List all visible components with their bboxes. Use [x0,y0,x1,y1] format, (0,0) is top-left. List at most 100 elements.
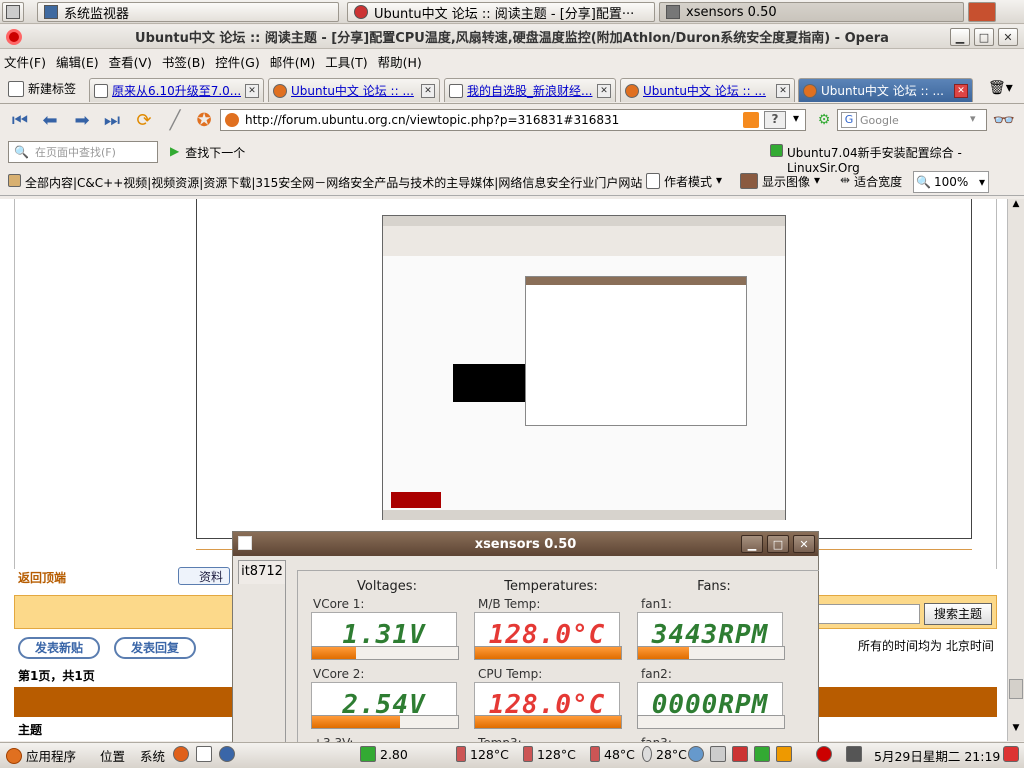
fit-width-button[interactable]: ⇹ 适合宽度 [840,173,902,190]
reload-icon[interactable]: ⟳ [132,108,156,132]
new-tab-button[interactable]: 新建标签 [8,80,76,97]
monitor-icon[interactable] [710,746,726,762]
fans-header: Fans: [697,579,731,594]
address-dropdown[interactable]: ▾ [789,111,803,129]
system-menu[interactable]: 系统 [140,746,165,765]
find-next-button[interactable]: ▶ 查找下一个 [170,144,245,161]
maximize-button[interactable]: □ [974,28,994,46]
fast-forward-icon[interactable]: ⏭ [100,108,124,132]
google-icon [94,83,108,98]
menu-widgets[interactable]: 控件(G) [215,52,259,71]
tab-5-active[interactable]: Ubuntu中文 论坛 :: ... ✕ [798,78,973,102]
author-mode-button[interactable]: 作者模式 ▾ [646,173,722,190]
sensor-temp-3[interactable]: 48°C [590,746,635,762]
ubuntu-icon [273,83,287,98]
search-topic-button[interactable]: 搜索主题 [924,603,992,625]
menu-view[interactable]: 查看(V) [109,52,152,71]
xsensors-minimize-button[interactable]: ▁ [741,535,763,553]
cpu-temp-label: CPU Temp: [478,667,543,681]
show-images-button[interactable]: 显示图像 ▾ [740,173,820,190]
taskbar-xsensors[interactable]: xsensors 0.50 [659,2,964,22]
play-icon: ▶ [170,144,180,158]
monitor-icon [44,5,58,19]
shutdown-icon[interactable] [1003,746,1019,762]
network-icon[interactable] [688,746,704,762]
show-desktop-button[interactable] [2,2,24,22]
back-icon[interactable]: ⬅ [38,108,62,132]
xsensors-close-button[interactable]: ✕ [793,535,815,553]
sensor-temp-4[interactable]: 28°C [642,746,687,762]
close-tab-icon[interactable]: ✕ [954,83,968,98]
cpu-freq-applet[interactable]: 2.80 [360,746,408,762]
opera-tray-icon[interactable] [816,746,832,762]
folder-icon [8,174,21,187]
wand-icon[interactable]: ╱ [163,108,187,132]
computer-icon[interactable] [846,746,862,762]
scroll-down-icon[interactable]: ▼ [1008,723,1024,739]
document-icon [646,173,660,189]
rewind-icon[interactable]: ⏮ [8,108,32,132]
post-screenshot-image[interactable] [382,215,786,520]
tab-4[interactable]: Ubuntu中文 论坛 :: ... ✕ [620,78,795,102]
zoom-icon: 🔍 [916,175,931,189]
tab-1[interactable]: 原来从6.10升级至7.0... ✕ [89,78,264,102]
mail-icon[interactable] [196,746,212,762]
bookmark-links[interactable]: 全部内容|C&C++视频|视频资源|资源下载|315安全网－网络安全产品与技术的… [8,174,642,191]
search-topic-input[interactable] [818,604,920,624]
taskbar-system-monitor[interactable]: 系统监视器 [37,2,339,22]
vertical-scrollbar[interactable]: ▲ ▼ [1007,199,1024,741]
trash-icon[interactable]: 🗑▾ [988,80,1016,98]
menu-mail[interactable]: 邮件(M) [270,52,316,71]
top-taskbar: 系统监视器 Ubuntu中文 论坛 :: 阅读主题 - [分享]配置··· xs… [0,0,1024,24]
back-to-top-link[interactable]: 返回顶端 [18,569,66,586]
tab-chip-it8712[interactable]: it8712 [238,560,286,584]
menu-bookmarks[interactable]: 书签(B) [162,52,205,71]
close-button[interactable]: ✕ [998,28,1018,46]
new-post-button[interactable]: 发表新贴 [18,637,100,659]
applications-menu[interactable]: 应用程序 [6,746,76,765]
firefox-icon[interactable] [173,746,189,762]
bookmarks-bar: 全部内容|C&C++视频|视频资源|资源下载|315安全网－网络安全产品与技术的… [0,168,1024,196]
user-icon[interactable] [968,2,996,22]
minimize-button[interactable]: ▁ [950,28,970,46]
binoculars-icon[interactable]: 👓 [992,108,1016,132]
close-tab-icon[interactable]: ✕ [245,83,259,98]
profile-button[interactable]: 资料 [178,567,230,585]
menu-file[interactable]: 文件(F) [4,52,46,71]
search-field[interactable]: G Google ▾ [837,109,987,131]
thermometer-icon [456,746,466,762]
rss-icon[interactable] [743,112,759,128]
sensors-icon[interactable] [732,746,748,762]
address-field[interactable]: http://forum.ubuntu.org.cn/viewtopic.php… [220,109,806,131]
search-dropdown[interactable]: ▾ [970,112,976,125]
menu-edit[interactable]: 编辑(E) [56,52,99,71]
scroll-up-icon[interactable]: ▲ [1008,199,1024,215]
reply-button[interactable]: 发表回复 [114,637,196,659]
clock[interactable]: 5月29日星期二 21:19 [874,746,1000,765]
find-input[interactable]: 🔍 在页面中查找(F) [8,141,158,163]
zoom-select[interactable]: 🔍 100% ▾ [913,171,989,193]
bookmark-add-icon[interactable]: ⚙ [812,108,836,132]
forward-icon[interactable]: ➡ [70,108,94,132]
taskbar-opera[interactable]: Ubuntu中文 论坛 :: 阅读主题 - [分享]配置··· [347,2,655,22]
close-tab-icon[interactable]: ✕ [421,83,435,98]
thermometer-icon [642,746,652,762]
close-tab-icon[interactable]: ✕ [776,83,790,98]
check-icon[interactable] [754,746,770,762]
close-tab-icon[interactable]: ✕ [597,83,611,98]
tab-3[interactable]: 我的自选股_新浪财经... ✕ [444,78,616,102]
ubuntu-icon [625,83,639,98]
sensor-temp-1[interactable]: 128°C [456,746,509,762]
xsensors-maximize-button[interactable]: □ [767,535,789,553]
window-titlebar: Ubuntu中文 论坛 :: 阅读主题 - [分享]配置CPU温度,风扇转速,硬… [0,25,1024,49]
menu-tools[interactable]: 工具(T) [325,52,367,71]
scroll-thumb[interactable] [1009,679,1023,699]
window-menu-icon[interactable] [238,536,252,550]
update-icon[interactable] [776,746,792,762]
tab-2[interactable]: Ubuntu中文 论坛 :: ... ✕ [268,78,440,102]
help-icon[interactable]: ? [764,111,786,129]
sensor-temp-2[interactable]: 128°C [523,746,576,762]
help-icon[interactable] [219,746,235,762]
places-menu[interactable]: 位置 [100,746,125,765]
menu-help[interactable]: 帮助(H) [378,52,422,71]
